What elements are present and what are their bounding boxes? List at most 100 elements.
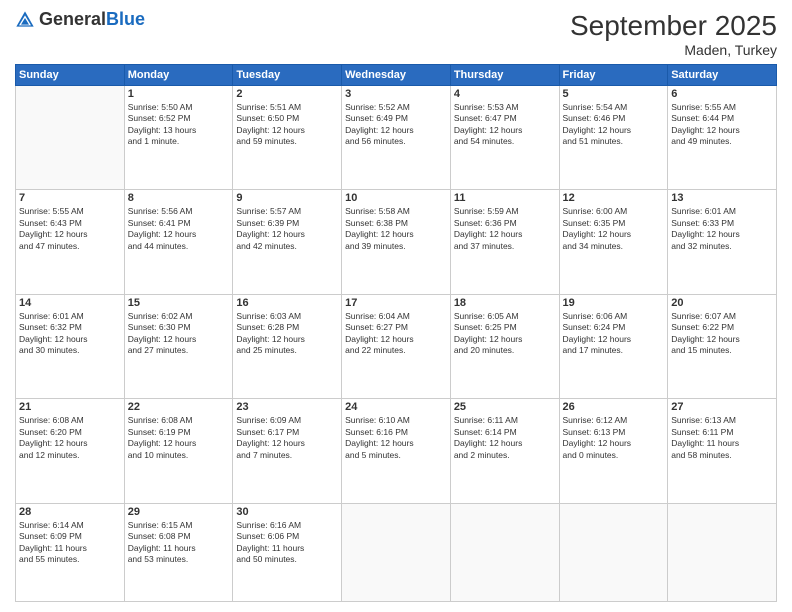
day-info: Sunrise: 6:03 AM Sunset: 6:28 PM Dayligh… <box>236 311 338 357</box>
calendar-cell: 25 Sunrise: 6:11 AM Sunset: 6:14 PM Dayli… <box>450 399 559 503</box>
day-info: Sunrise: 5:53 AM Sunset: 6:47 PM Dayligh… <box>454 102 556 148</box>
calendar-cell: 20Sunrise: 6:07 AM Sunset: 6:22 PM Dayli… <box>668 294 777 398</box>
day-info: Sunrise: 6:13 AM Sunset: 6:11 PM Dayligh… <box>671 415 773 461</box>
calendar-cell <box>559 503 668 601</box>
day-info: Sunrise: 6:15 AM Sunset: 6:08 PM Dayligh… <box>128 520 230 566</box>
calendar-cell: 26 Sunrise: 6:12 AM Sunset: 6:13 PM Dayli… <box>559 399 668 503</box>
day-info: Sunrise: 6:07 AM Sunset: 6:22 PM Dayligh… <box>671 311 773 357</box>
calendar-cell: 3Sunrise: 5:52 AM Sunset: 6:49 PM Daylig… <box>342 86 451 190</box>
calendar-table: SundayMondayTuesdayWednesdayThursdayFrid… <box>15 64 777 602</box>
calendar-cell <box>668 503 777 601</box>
calendar-week-1: 1 Sunrise: 5:50 AM Sunset: 6:52 PM Daylig… <box>16 86 777 190</box>
day-info: Sunrise: 5:56 AM Sunset: 6:41 PM Dayligh… <box>128 206 230 252</box>
day-number: 2 <box>236 88 338 100</box>
day-header-saturday: Saturday <box>668 65 777 86</box>
day-info: Sunrise: 5:51 AM Sunset: 6:50 PM Dayligh… <box>236 102 338 148</box>
day-number: 9 <box>236 192 338 204</box>
day-info: Sunrise: 6:01 AM Sunset: 6:32 PM Dayligh… <box>19 311 121 357</box>
day-info: Sunrise: 6:11 AM Sunset: 6:14 PM Dayligh… <box>454 415 556 461</box>
day-info: Sunrise: 5:50 AM Sunset: 6:52 PM Dayligh… <box>128 102 230 148</box>
day-info: Sunrise: 6:04 AM Sunset: 6:27 PM Dayligh… <box>345 311 447 357</box>
day-number: 12 <box>563 192 665 204</box>
day-number: 18 <box>454 297 556 309</box>
day-number: 29 <box>128 506 230 518</box>
calendar-cell: 30 Sunrise: 6:16 AM Sunset: 6:06 PM Dayli… <box>233 503 342 601</box>
day-header-sunday: Sunday <box>16 65 125 86</box>
day-info: Sunrise: 6:08 AM Sunset: 6:20 PM Dayligh… <box>19 415 121 461</box>
calendar-week-2: 7 Sunrise: 5:55 AM Sunset: 6:43 PM Daylig… <box>16 190 777 294</box>
day-number: 14 <box>19 297 121 309</box>
day-info: Sunrise: 6:00 AM Sunset: 6:35 PM Dayligh… <box>563 206 665 252</box>
day-number: 30 <box>236 506 338 518</box>
calendar-cell: 24Sunrise: 6:10 AM Sunset: 6:16 PM Dayli… <box>342 399 451 503</box>
logo-icon <box>15 10 35 30</box>
day-info: Sunrise: 5:58 AM Sunset: 6:38 PM Dayligh… <box>345 206 447 252</box>
day-number: 13 <box>671 192 773 204</box>
day-number: 22 <box>128 401 230 413</box>
day-number: 15 <box>128 297 230 309</box>
day-number: 3 <box>345 88 447 100</box>
calendar-cell <box>342 503 451 601</box>
day-number: 4 <box>454 88 556 100</box>
day-number: 7 <box>19 192 121 204</box>
day-number: 16 <box>236 297 338 309</box>
calendar-cell: 29 Sunrise: 6:15 AM Sunset: 6:08 PM Dayli… <box>124 503 233 601</box>
day-number: 1 <box>128 88 230 100</box>
logo-general: General <box>39 9 106 29</box>
logo: GeneralBlue <box>15 10 145 30</box>
day-number: 28 <box>19 506 121 518</box>
day-header-thursday: Thursday <box>450 65 559 86</box>
title-block: September 2025 Maden, Turkey <box>570 10 777 58</box>
day-info: Sunrise: 5:57 AM Sunset: 6:39 PM Dayligh… <box>236 206 338 252</box>
calendar-week-4: 21 Sunrise: 6:08 AM Sunset: 6:20 PM Dayli… <box>16 399 777 503</box>
calendar-cell: 7 Sunrise: 5:55 AM Sunset: 6:43 PM Daylig… <box>16 190 125 294</box>
calendar-cell: 11 Sunrise: 5:59 AM Sunset: 6:36 PM Dayli… <box>450 190 559 294</box>
calendar-cell: 27 Sunrise: 6:13 AM Sunset: 6:11 PM Dayli… <box>668 399 777 503</box>
day-info: Sunrise: 6:08 AM Sunset: 6:19 PM Dayligh… <box>128 415 230 461</box>
calendar-cell <box>16 86 125 190</box>
calendar-cell: 13Sunrise: 6:01 AM Sunset: 6:33 PM Dayli… <box>668 190 777 294</box>
calendar-cell: 9 Sunrise: 5:57 AM Sunset: 6:39 PM Daylig… <box>233 190 342 294</box>
calendar-week-5: 28Sunrise: 6:14 AM Sunset: 6:09 PM Dayli… <box>16 503 777 601</box>
calendar-cell: 21 Sunrise: 6:08 AM Sunset: 6:20 PM Dayli… <box>16 399 125 503</box>
page-header: GeneralBlue September 2025 Maden, Turkey <box>15 10 777 58</box>
day-number: 8 <box>128 192 230 204</box>
calendar-cell: 10 Sunrise: 5:58 AM Sunset: 6:38 PM Dayli… <box>342 190 451 294</box>
day-number: 27 <box>671 401 773 413</box>
calendar-cell: 2 Sunrise: 5:51 AM Sunset: 6:50 PM Daylig… <box>233 86 342 190</box>
day-number: 6 <box>671 88 773 100</box>
day-number: 21 <box>19 401 121 413</box>
calendar-cell: 5 Sunrise: 5:54 AM Sunset: 6:46 PM Daylig… <box>559 86 668 190</box>
location-subtitle: Maden, Turkey <box>570 42 777 58</box>
day-info: Sunrise: 6:12 AM Sunset: 6:13 PM Dayligh… <box>563 415 665 461</box>
day-number: 11 <box>454 192 556 204</box>
day-info: Sunrise: 6:02 AM Sunset: 6:30 PM Dayligh… <box>128 311 230 357</box>
calendar-cell: 28Sunrise: 6:14 AM Sunset: 6:09 PM Dayli… <box>16 503 125 601</box>
day-info: Sunrise: 5:55 AM Sunset: 6:44 PM Dayligh… <box>671 102 773 148</box>
day-number: 17 <box>345 297 447 309</box>
calendar-cell <box>450 503 559 601</box>
day-header-friday: Friday <box>559 65 668 86</box>
day-number: 25 <box>454 401 556 413</box>
calendar-cell: 4 Sunrise: 5:53 AM Sunset: 6:47 PM Daylig… <box>450 86 559 190</box>
calendar-cell: 15 Sunrise: 6:02 AM Sunset: 6:30 PM Dayli… <box>124 294 233 398</box>
calendar-cell: 1 Sunrise: 5:50 AM Sunset: 6:52 PM Daylig… <box>124 86 233 190</box>
day-info: Sunrise: 5:59 AM Sunset: 6:36 PM Dayligh… <box>454 206 556 252</box>
day-info: Sunrise: 6:09 AM Sunset: 6:17 PM Dayligh… <box>236 415 338 461</box>
day-info: Sunrise: 5:55 AM Sunset: 6:43 PM Dayligh… <box>19 206 121 252</box>
day-number: 23 <box>236 401 338 413</box>
day-info: Sunrise: 5:54 AM Sunset: 6:46 PM Dayligh… <box>563 102 665 148</box>
day-info: Sunrise: 6:05 AM Sunset: 6:25 PM Dayligh… <box>454 311 556 357</box>
calendar-cell: 12 Sunrise: 6:00 AM Sunset: 6:35 PM Dayli… <box>559 190 668 294</box>
day-header-tuesday: Tuesday <box>233 65 342 86</box>
calendar-cell: 14 Sunrise: 6:01 AM Sunset: 6:32 PM Dayli… <box>16 294 125 398</box>
day-number: 19 <box>563 297 665 309</box>
day-number: 10 <box>345 192 447 204</box>
day-number: 26 <box>563 401 665 413</box>
calendar-cell: 8 Sunrise: 5:56 AM Sunset: 6:41 PM Daylig… <box>124 190 233 294</box>
day-info: Sunrise: 6:16 AM Sunset: 6:06 PM Dayligh… <box>236 520 338 566</box>
day-number: 5 <box>563 88 665 100</box>
day-info: Sunrise: 6:10 AM Sunset: 6:16 PM Dayligh… <box>345 415 447 461</box>
calendar-cell: 17 Sunrise: 6:04 AM Sunset: 6:27 PM Dayli… <box>342 294 451 398</box>
calendar-cell: 22 Sunrise: 6:08 AM Sunset: 6:19 PM Dayli… <box>124 399 233 503</box>
